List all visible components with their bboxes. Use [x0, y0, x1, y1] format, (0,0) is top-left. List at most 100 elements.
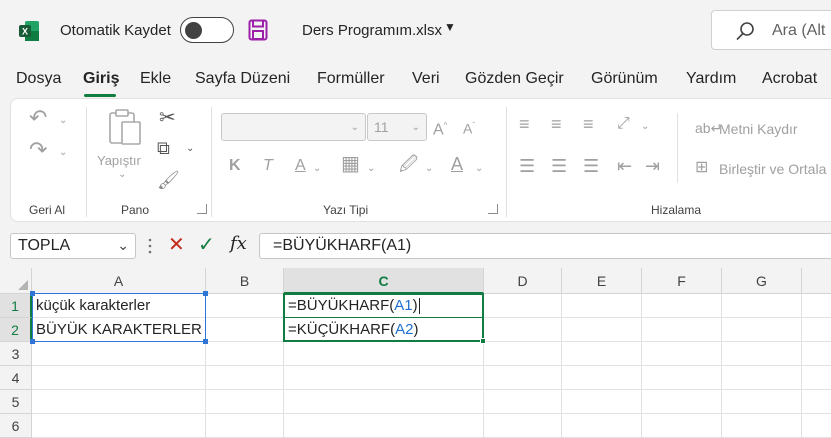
tab-acrobat[interactable]: Acrobat	[762, 70, 817, 88]
paste-label[interactable]: Yapıştır	[97, 153, 141, 168]
fill-color-icon[interactable]: 🖉	[399, 155, 418, 173]
fill-handle[interactable]	[480, 338, 486, 344]
column-header-b[interactable]: B	[206, 268, 284, 294]
font-color-icon[interactable]: A	[451, 155, 463, 173]
chevron-down-icon[interactable]: ⌄	[118, 169, 126, 180]
row-header-4[interactable]: 4	[0, 366, 32, 390]
save-icon[interactable]	[248, 19, 268, 41]
wrap-text-label[interactable]: Metni Kaydır	[719, 121, 798, 137]
svg-text:X: X	[22, 27, 28, 37]
align-center-icon[interactable]: ☰	[551, 157, 567, 175]
chevron-down-icon[interactable]: ⌄	[475, 163, 483, 174]
format-painter-icon[interactable]: 🖌	[157, 171, 180, 189]
worksheet-grid[interactable]: A B C D E F G 1 2 3 4 5 6 küçük karakter…	[0, 268, 831, 438]
italic-icon[interactable]: T	[263, 157, 273, 175]
tab-gozden-gecir[interactable]: Gözden Geçir	[465, 70, 564, 88]
merge-center-label[interactable]: Birleştir ve Ortala	[719, 161, 826, 177]
underline-icon[interactable]: A	[295, 157, 306, 175]
active-tab-indicator	[84, 94, 116, 97]
group-label-font: Yazı Tipi	[323, 203, 369, 217]
file-name[interactable]: Ders Programım.xlsx	[302, 22, 442, 39]
search-box[interactable]: Ara (Alt	[711, 10, 831, 50]
column-header-d[interactable]: D	[484, 268, 562, 294]
borders-icon[interactable]: ▦	[341, 154, 360, 174]
name-box-value: TOPLA	[18, 237, 71, 254]
cancel-icon[interactable]: ✕	[168, 232, 185, 257]
insert-function-icon[interactable]: fx	[230, 233, 247, 254]
resize-handle[interactable]	[203, 339, 208, 344]
cut-icon[interactable]: ✂	[159, 108, 176, 128]
select-all-button[interactable]	[0, 268, 32, 294]
row-header-2[interactable]: 2	[0, 318, 32, 342]
enter-icon[interactable]: ✓	[198, 232, 215, 257]
select-all-icon	[18, 280, 28, 290]
tab-giris[interactable]: Giriş	[83, 70, 119, 88]
dialog-launcher-icon[interactable]	[197, 204, 207, 214]
increase-indent-icon[interactable]: ⇥	[645, 157, 660, 175]
column-header-c[interactable]: C	[284, 268, 484, 294]
chevron-down-icon[interactable]: ⌄	[313, 163, 321, 174]
redo-icon[interactable]: ↷	[29, 139, 47, 161]
row-header-5[interactable]: 5	[0, 390, 32, 414]
formula-bar: TOPLA ⌄ ✕ ✓ fx =BÜYÜKHARF(A1)	[0, 222, 831, 268]
align-bottom-icon[interactable]: ≡	[583, 115, 594, 133]
excel-logo-icon: X	[19, 21, 39, 41]
align-left-icon[interactable]: ☰	[519, 157, 535, 175]
column-header-g[interactable]: G	[722, 268, 802, 294]
bold-icon[interactable]: K	[229, 157, 241, 175]
align-top-icon[interactable]: ≡	[519, 115, 530, 133]
reference-highlight	[32, 293, 206, 342]
group-divider	[86, 107, 87, 217]
resize-handle[interactable]	[30, 291, 35, 296]
resize-handle[interactable]	[30, 339, 35, 344]
align-middle-icon[interactable]: ≡	[551, 115, 562, 133]
decrease-indent-icon[interactable]: ⇤	[617, 157, 632, 175]
chevron-down-icon[interactable]: ⌄	[186, 143, 194, 154]
tab-dosya[interactable]: Dosya	[16, 70, 61, 88]
row-header-1[interactable]: 1	[0, 294, 32, 318]
drag-handle-icon[interactable]	[148, 236, 152, 256]
tab-yardim[interactable]: Yardım	[686, 70, 736, 88]
column-header-f[interactable]: F	[642, 268, 722, 294]
orientation-icon[interactable]: ⤢	[617, 115, 630, 133]
chevron-down-icon[interactable]: ⌄	[367, 163, 375, 174]
copy-icon[interactable]: ⧉	[157, 139, 170, 157]
decrease-font-icon[interactable]: Aˇ	[463, 117, 475, 138]
chevron-down-icon[interactable]: ⌄	[641, 121, 649, 132]
autosave-toggle[interactable]	[180, 17, 234, 43]
ribbon: ↶ ⌄ ↷ ⌄ Geri Al Yapıştır ⌄ ✂ ⧉ ⌄ 🖌 Pano …	[10, 98, 831, 222]
undo-icon[interactable]: ↶	[29, 107, 47, 129]
chevron-down-icon[interactable]: ⌄	[59, 147, 67, 158]
tab-sayfa-duzeni[interactable]: Sayfa Düzeni	[195, 70, 290, 88]
dialog-launcher-icon[interactable]	[488, 204, 498, 214]
chevron-down-icon: ⌄	[350, 122, 359, 133]
group-divider	[506, 107, 507, 217]
chevron-down-icon[interactable]: ▼	[444, 20, 456, 34]
tab-formuller[interactable]: Formüller	[317, 70, 385, 88]
group-label-undo: Geri Al	[29, 203, 66, 217]
align-right-icon[interactable]: ☰	[583, 157, 599, 175]
chevron-down-icon[interactable]: ⌄	[425, 163, 433, 174]
chevron-down-icon[interactable]: ⌄	[59, 115, 67, 126]
clipboard-icon[interactable]	[107, 107, 143, 147]
resize-handle[interactable]	[203, 291, 208, 296]
formula-input[interactable]: =BÜYÜKHARF(A1)	[259, 233, 831, 259]
autosave-label: Otomatik Kaydet	[60, 22, 171, 39]
row-header-6[interactable]: 6	[0, 414, 32, 438]
formula-text: =BÜYÜKHARF(A1)	[273, 237, 412, 254]
search-placeholder: Ara (Alt	[772, 22, 826, 39]
row-header-3[interactable]: 3	[0, 342, 32, 366]
merge-center-icon[interactable]: ⊞	[695, 159, 708, 177]
name-box[interactable]: TOPLA ⌄	[10, 233, 136, 259]
tab-ekle[interactable]: Ekle	[140, 70, 171, 88]
selection-divider	[284, 317, 484, 318]
font-size-dropdown[interactable]: 11 ⌄	[367, 113, 427, 141]
column-header-e[interactable]: E	[562, 268, 642, 294]
font-name-dropdown[interactable]: ⌄	[221, 113, 366, 141]
increase-font-icon[interactable]: A^	[433, 117, 447, 139]
chevron-down-icon[interactable]: ⌄	[117, 237, 129, 254]
tab-veri[interactable]: Veri	[412, 70, 440, 88]
tab-gorunum[interactable]: Görünüm	[591, 70, 658, 88]
column-header-a[interactable]: A	[32, 268, 206, 294]
column-header-h[interactable]	[802, 268, 831, 294]
